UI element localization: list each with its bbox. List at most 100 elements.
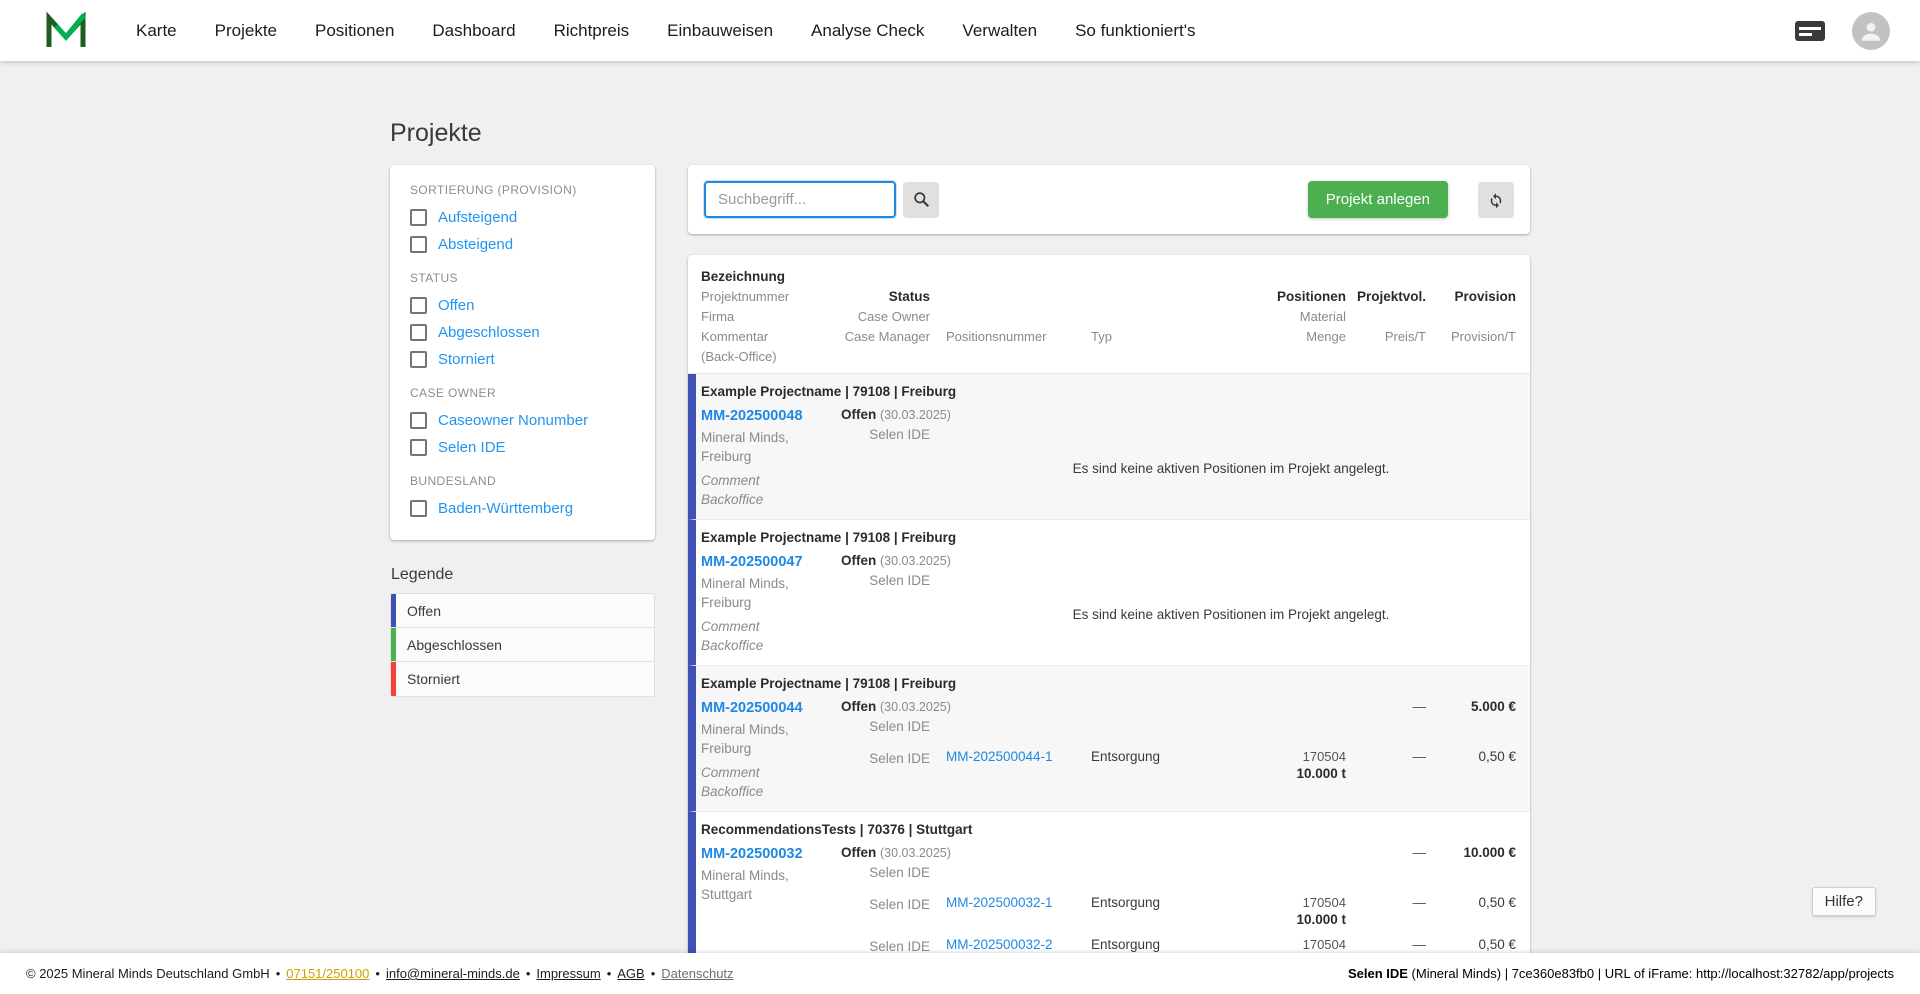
legend-item-abgeschlossen: Abgeschlossen — [391, 628, 654, 662]
project-company: Mineral Minds, Stuttgart — [701, 868, 789, 902]
filter-option-offen[interactable]: Offen — [410, 292, 635, 319]
col-header-provision: Provision Provision/T — [1450, 289, 1516, 344]
person-icon — [1861, 22, 1881, 41]
position-provision: 0,50 € — [1478, 749, 1516, 764]
session-info: Selen IDE (Mineral Minds) | 7ce360e83fb0… — [1347, 966, 1894, 981]
nav-item-richtpreis[interactable]: Richtpreis — [554, 21, 630, 41]
checkbox-storniert[interactable] — [410, 351, 427, 368]
project-volume: — — [1412, 699, 1427, 714]
search-icon — [913, 192, 929, 208]
agb-link[interactable]: AGB — [617, 966, 644, 981]
project-number-link[interactable]: MM-202500044 — [701, 700, 803, 716]
filter-section-case-owner: CASE OWNER — [410, 386, 497, 400]
project-comment: Comment Backoffice — [701, 473, 764, 507]
card-icon — [1795, 20, 1825, 41]
position-case-manager: Selen IDE — [869, 751, 930, 766]
position-typ: Entsorgung — [1091, 937, 1161, 952]
nav-item-dashboard[interactable]: Dashboard — [432, 21, 515, 41]
email-link[interactable]: info@mineral-minds.de — [386, 966, 520, 981]
nav-item-projekte[interactable]: Projekte — [215, 21, 277, 41]
search-button[interactable] — [903, 181, 939, 218]
nav-item-so-funktionierts[interactable]: So funktioniert's — [1075, 21, 1195, 41]
filter-option-storniert[interactable]: Storniert — [410, 346, 635, 373]
create-project-button[interactable]: Projekt anlegen — [1307, 181, 1448, 218]
project-title: Example Projectname | 79108 | Freiburg — [701, 676, 957, 691]
position-number-link[interactable]: MM-202500032-1 — [946, 895, 1053, 910]
project-number-link[interactable]: MM-202500047 — [701, 554, 803, 570]
refresh-button[interactable] — [1478, 181, 1514, 218]
table-header: Bezeichnung Projektnummer Firma Kommenta… — [688, 255, 1530, 374]
copyright-text: © 2025 Mineral Minds Deutschland GmbH — [26, 966, 270, 981]
phone-link[interactable]: 07151/250100 — [286, 966, 369, 981]
navbar: Karte Projekte Positionen Dashboard Rich… — [0, 0, 1920, 61]
filter-option-selen-ide[interactable]: Selen IDE — [410, 434, 635, 461]
position-material-menge: 170504 10.000 t — [1296, 895, 1346, 927]
checkbox-abgeschlossen[interactable] — [410, 324, 427, 341]
position-number-link[interactable]: MM-202500044-1 — [946, 749, 1053, 764]
impressum-link[interactable]: Impressum — [536, 966, 600, 981]
legend-item-storniert: Storniert — [391, 662, 654, 696]
filter-option-aufsteigend[interactable]: Aufsteigend — [410, 204, 635, 231]
filter-card: SORTIERUNG (PROVISION) Aufsteigend Abste… — [390, 165, 655, 540]
search-input[interactable] — [704, 181, 896, 218]
datenschutz-link[interactable]: Datenschutz — [661, 966, 733, 981]
nav-item-einbauweisen[interactable]: Einbauweisen — [667, 21, 773, 41]
user-avatar[interactable] — [1852, 11, 1890, 50]
position-provision: 0,50 € — [1478, 937, 1516, 952]
nav-item-positionen[interactable]: Positionen — [315, 21, 394, 41]
checkbox-offen[interactable] — [410, 297, 427, 314]
project-row[interactable]: Example Projectname | 79108 | Freiburg M… — [688, 666, 1530, 812]
nav-item-analyse-check[interactable]: Analyse Check — [811, 21, 924, 41]
nav-item-karte[interactable]: Karte — [136, 21, 177, 41]
project-title: Example Projectname | 79108 | Freiburg — [701, 384, 957, 399]
project-number-link[interactable]: MM-202500048 — [701, 408, 803, 424]
logo-icon — [46, 10, 86, 47]
col-header-positionsnummer: Positionsnummer — [946, 329, 1047, 344]
project-row[interactable]: Example Projectname | 79108 | Freiburg M… — [688, 374, 1530, 520]
checkbox-absteigend[interactable] — [410, 236, 427, 253]
col-header-bezeichnung: Bezeichnung Projektnummer Firma Kommenta… — [701, 269, 790, 364]
empty-positions-message: Es sind keine aktiven Positionen im Proj… — [1072, 461, 1390, 476]
position-row[interactable]: Selen IDE MM-202500032-1 Entsorgung 1705… — [841, 894, 1516, 928]
navbar-right — [1794, 11, 1890, 50]
filter-sidebar: SORTIERUNG (PROVISION) Aufsteigend Abste… — [390, 165, 655, 697]
filter-option-baden-wuerttemberg[interactable]: Baden-Württemberg — [410, 495, 635, 522]
position-preis: — — [1412, 749, 1427, 764]
col-header-positionen: Positionen Material Menge — [1276, 289, 1346, 344]
project-status: Offen (30.03.2025) Selen IDE — [841, 699, 951, 734]
project-status: Offen (30.03.2025) Selen IDE — [841, 553, 951, 588]
legend-color-offen — [391, 594, 396, 627]
checkbox-selen-ide[interactable] — [410, 439, 427, 456]
project-provision: 5.000 € — [1470, 699, 1516, 714]
project-row[interactable]: RecommendationsTests | 70376 | Stuttgart… — [688, 812, 1530, 953]
col-header-status: Status Case Owner Case Manager — [844, 289, 930, 344]
empty-positions-message: Es sind keine aktiven Positionen im Proj… — [1072, 607, 1390, 622]
project-provision: 10.000 € — [1463, 845, 1516, 860]
project-status: Offen (30.03.2025) Selen IDE — [841, 407, 951, 442]
project-number-link[interactable]: MM-202500032 — [701, 846, 803, 862]
position-typ: Entsorgung — [1091, 895, 1161, 910]
position-number-link[interactable]: MM-202500032-2 — [946, 937, 1053, 952]
main-area: Projekte SORTIERUNG (PROVISION) Aufsteig… — [0, 61, 1920, 953]
filter-option-abgeschlossen[interactable]: Abgeschlossen — [410, 319, 635, 346]
help-button[interactable]: Hilfe? — [1811, 887, 1876, 916]
nav-item-verwalten[interactable]: Verwalten — [962, 21, 1037, 41]
position-row[interactable]: Selen IDE MM-202500044-1 Entsorgung 1705… — [841, 748, 1516, 782]
legend-color-storniert — [391, 662, 396, 696]
filter-option-absteigend[interactable]: Absteigend — [410, 231, 635, 258]
position-provision: 0,50 € — [1478, 895, 1516, 910]
checkbox-caseowner-nonumber[interactable] — [410, 412, 427, 429]
device-panel-button[interactable] — [1794, 18, 1826, 44]
filter-section-sortierung: SORTIERUNG (PROVISION) — [410, 183, 577, 197]
mineral-minds-logo[interactable] — [44, 10, 88, 51]
checkbox-baden-wuerttemberg[interactable] — [410, 500, 427, 517]
footer: © 2025 Mineral Minds Deutschland GmbH • … — [0, 953, 1920, 994]
checkbox-aufsteigend[interactable] — [410, 209, 427, 226]
project-company: Mineral Minds, Freiburg — [701, 576, 789, 610]
filter-option-caseowner-nonumber[interactable]: Caseowner Nonumber — [410, 407, 635, 434]
position-typ: Entsorgung — [1091, 749, 1161, 764]
position-case-manager: Selen IDE — [869, 939, 930, 953]
page-title: Projekte — [390, 119, 482, 147]
project-row[interactable]: Example Projectname | 79108 | Freiburg M… — [688, 520, 1530, 666]
position-row[interactable]: Selen IDE MM-202500032-2 Entsorgung 1705… — [841, 936, 1516, 953]
